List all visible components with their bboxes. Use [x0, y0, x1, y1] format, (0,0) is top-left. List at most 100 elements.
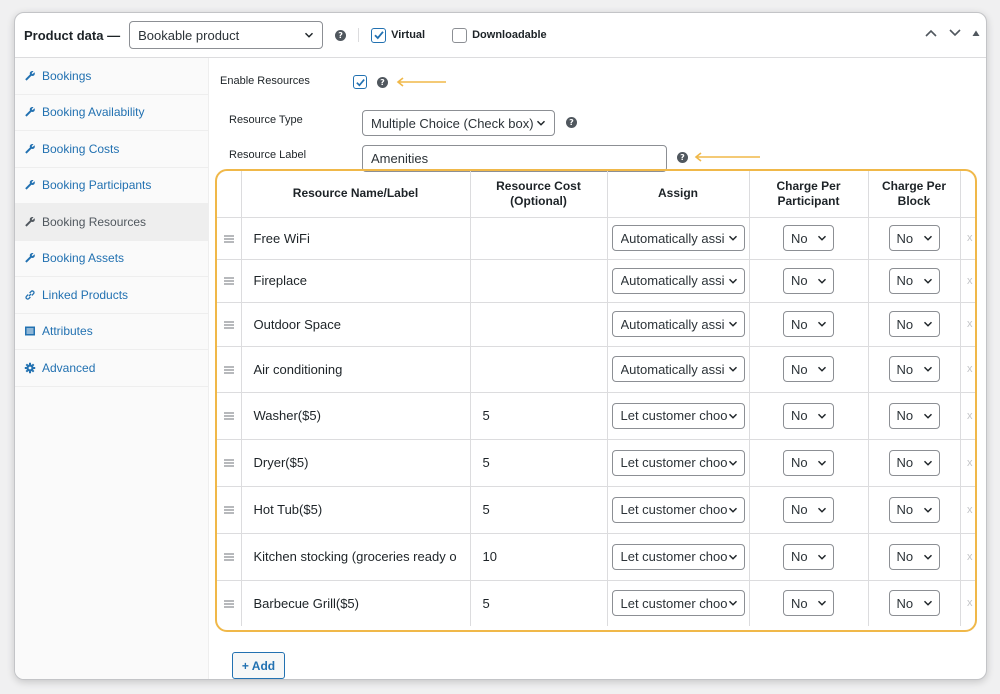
resource-name-input[interactable]: Kitchen stocking (groceries ready o: [241, 533, 471, 581]
charge-per-participant-select[interactable]: No: [783, 449, 834, 476]
assign-select[interactable]: Automatically assi: [611, 311, 745, 337]
resource-name-input[interactable]: Free WiFi: [241, 217, 471, 260]
resource-cost-input[interactable]: [470, 259, 608, 303]
sidebar-item-booking-assets[interactable]: Booking Assets: [15, 241, 208, 277]
help-icon[interactable]: ?: [566, 117, 577, 128]
move-up-icon[interactable]: [924, 28, 938, 38]
assign-select[interactable]: Automatically assi: [611, 225, 745, 251]
assign-select[interactable]: Automatically assi: [611, 356, 745, 382]
downloadable-checkbox[interactable]: [452, 27, 468, 43]
charge-per-block-select[interactable]: No: [888, 543, 940, 570]
resource-cost-input[interactable]: 5: [470, 439, 608, 487]
remove-row-button[interactable]: x: [960, 302, 975, 347]
resource-name-input[interactable]: Fireplace: [241, 259, 471, 303]
assign-select[interactable]: Automatically assi: [611, 267, 745, 294]
sidebar-item-booking-availability[interactable]: Booking Availability: [15, 95, 208, 131]
assign-select[interactable]: Let customer choo: [611, 496, 745, 523]
resource-name-input[interactable]: Air conditioning: [241, 346, 471, 393]
charge-per-participant-select[interactable]: No: [783, 496, 834, 523]
assign-select[interactable]: Let customer choo: [611, 590, 745, 617]
drag-handle-icon[interactable]: [217, 580, 242, 626]
enable-resources-checkbox[interactable]: [353, 75, 367, 89]
remove-row-button[interactable]: x: [960, 533, 975, 581]
resource-cost-input[interactable]: 5: [470, 580, 608, 626]
resource-cost-input[interactable]: [470, 346, 608, 393]
drag-handle-icon[interactable]: [217, 259, 242, 303]
charge-per-block-select[interactable]: No: [888, 225, 940, 251]
charge-per-block-select[interactable]: No: [888, 267, 940, 294]
resource-cost-input[interactable]: [470, 302, 608, 347]
resource-name-input[interactable]: Barbecue Grill($5): [241, 580, 471, 626]
drag-handle-icon[interactable]: [217, 439, 242, 487]
remove-row-button[interactable]: x: [960, 439, 975, 487]
charge-per-block-select[interactable]: No: [888, 356, 940, 382]
resource-cost-input[interactable]: 10: [470, 533, 608, 581]
charge-per-participant-select[interactable]: No: [783, 311, 834, 337]
sidebar-item-attributes[interactable]: Attributes: [15, 314, 208, 350]
drag-handle-icon[interactable]: [217, 217, 242, 260]
sidebar-item-bookings[interactable]: Bookings: [15, 58, 208, 95]
resource-name: Outdoor Space: [253, 316, 341, 332]
charge-per-participant-select[interactable]: No: [783, 590, 834, 617]
remove-row-button[interactable]: x: [960, 486, 975, 534]
sidebar-item-booking-costs[interactable]: Booking Costs: [15, 131, 208, 168]
move-down-icon[interactable]: [948, 28, 962, 38]
resource-name-input[interactable]: Outdoor Space: [241, 302, 471, 347]
charge-per-participant-select[interactable]: No: [783, 225, 834, 251]
remove-row-button[interactable]: x: [960, 580, 975, 626]
charge-per-block-select[interactable]: No: [888, 496, 940, 523]
assign-value: Let customer choo: [620, 595, 728, 611]
add-resource-button[interactable]: + Add: [232, 652, 285, 679]
resource-name: Free WiFi: [253, 230, 310, 246]
resource-cost-input[interactable]: [470, 217, 608, 260]
sidebar-item-label: Booking Participants: [42, 178, 152, 193]
sidebar-item-booking-resources[interactable]: Booking Resources: [15, 204, 208, 241]
product-type-select[interactable]: Bookable product: [129, 21, 324, 49]
chevron-down-icon: [923, 413, 932, 419]
resource-name-input[interactable]: Hot Tub($5): [241, 486, 471, 534]
toggle-panel-icon[interactable]: [972, 29, 980, 37]
remove-row-button[interactable]: x: [960, 392, 975, 440]
charge-per-participant-select[interactable]: No: [783, 543, 834, 570]
help-icon[interactable]: ?: [335, 29, 347, 41]
charge-per-block-select[interactable]: No: [888, 449, 940, 476]
drag-handle-icon[interactable]: [217, 302, 242, 347]
resource-name: Kitchen stocking (groceries ready o: [253, 549, 457, 564]
resource-name-input[interactable]: Washer($5): [241, 392, 471, 440]
virtual-checkbox[interactable]: [371, 27, 387, 43]
help-icon[interactable]: ?: [377, 77, 388, 88]
drag-handle-icon[interactable]: [217, 486, 242, 534]
assign-select[interactable]: Let customer choo: [611, 543, 745, 570]
remove-row-button[interactable]: x: [960, 259, 975, 303]
sidebar-item-linked-products[interactable]: Linked Products: [15, 277, 208, 314]
resource-label-input[interactable]: Amenities: [362, 145, 667, 172]
charge-per-block-select[interactable]: No: [888, 311, 940, 337]
sidebar-item-booking-participants[interactable]: Booking Participants: [15, 168, 208, 204]
charge-per-participant-value: No: [791, 316, 808, 332]
drag-handle-icon[interactable]: [217, 346, 242, 393]
drag-handle-icon[interactable]: [217, 533, 242, 581]
resource-name-input[interactable]: Dryer($5): [241, 439, 471, 487]
charge-per-participant-value: No: [791, 273, 808, 288]
drag-handle-icon[interactable]: [217, 392, 242, 440]
charge-per-block-value: No: [896, 549, 914, 564]
charge-per-participant-select[interactable]: No: [783, 267, 834, 294]
resource-type-select[interactable]: Multiple Choice (Check box): [362, 110, 555, 136]
remove-row-button[interactable]: x: [960, 217, 975, 260]
assign-select[interactable]: Let customer choo: [611, 449, 745, 476]
sidebar-item-label: Booking Availability: [42, 105, 145, 120]
handle-column-header: [217, 171, 242, 218]
charge-per-block-select[interactable]: No: [888, 402, 940, 429]
remove-row-button[interactable]: x: [960, 346, 975, 393]
resource-cost-input[interactable]: 5: [470, 392, 608, 440]
help-icon[interactable]: ?: [677, 152, 688, 163]
resource-cost-input[interactable]: 5: [470, 486, 608, 534]
chevron-down-icon: [923, 278, 932, 284]
wrench-icon: [24, 252, 36, 264]
chevron-down-icon: [923, 235, 932, 241]
assign-select[interactable]: Let customer choo: [611, 402, 745, 429]
charge-per-block-select[interactable]: No: [888, 590, 940, 617]
sidebar-item-advanced[interactable]: Advanced: [15, 350, 208, 387]
charge-per-participant-select[interactable]: No: [783, 356, 834, 382]
charge-per-participant-select[interactable]: No: [783, 402, 834, 429]
